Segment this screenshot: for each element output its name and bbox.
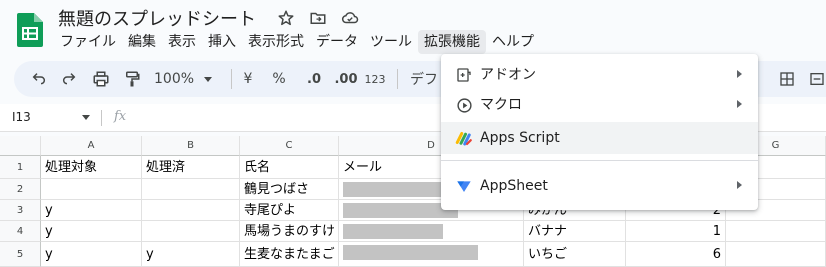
menu-extensions[interactable]: 拡張機能 [418, 30, 486, 54]
cell-g5[interactable] [726, 242, 826, 267]
menu-data[interactable]: データ [310, 30, 364, 54]
cell-a3[interactable]: y [41, 200, 142, 221]
cell-f4[interactable]: 1 [626, 221, 726, 242]
redacted-email [343, 182, 443, 197]
percent-format-button[interactable]: % [269, 61, 289, 97]
appsheet-icon [455, 177, 473, 195]
extensions-menu: アドオン マクロ Apps Script AppSheet [441, 54, 758, 210]
decrease-decimal-button[interactable]: .0 [299, 61, 329, 97]
menu-insert[interactable]: 挿入 [202, 30, 242, 54]
column-header-b[interactable]: B [142, 136, 240, 156]
submenu-arrow-icon [737, 100, 742, 108]
cell-a5[interactable]: y [41, 242, 142, 267]
star-icon[interactable] [274, 6, 298, 30]
google-sheets-logo[interactable] [17, 13, 43, 47]
name-box[interactable]: I13 [12, 110, 31, 124]
row-header-3[interactable]: 3 [0, 200, 41, 221]
zoom-value: 100% [154, 71, 195, 87]
paint-format-icon[interactable] [120, 61, 144, 97]
menu-item-label: AppSheet [480, 178, 548, 194]
menu-item-label: マクロ [480, 97, 522, 113]
row-header-1[interactable]: 1 [0, 156, 41, 179]
menu-item-label: アドオン [480, 67, 536, 83]
cell-e4[interactable]: バナナ [524, 221, 626, 242]
cell-e5[interactable]: いちご [524, 242, 626, 267]
cell-b5[interactable]: y [142, 242, 240, 267]
submenu-arrow-icon [737, 70, 742, 78]
cell-c2[interactable]: 鶴見つばさ [240, 179, 339, 200]
menu-tools[interactable]: ツール [364, 30, 418, 54]
submenu-arrow-icon [737, 181, 742, 189]
row-header-5[interactable]: 5 [0, 242, 41, 267]
currency-format-button[interactable]: ¥ [238, 61, 258, 97]
menu-item-appsheet[interactable]: AppSheet [441, 170, 758, 202]
print-icon[interactable] [89, 61, 113, 97]
cell-a2[interactable] [41, 179, 142, 200]
cell-f5[interactable]: 6 [626, 242, 726, 267]
menu-item-label: Apps Script [480, 130, 560, 146]
cell-b4[interactable] [142, 221, 240, 242]
cell-c4[interactable]: 馬場うまのすけ [240, 221, 339, 242]
cell-b3[interactable] [142, 200, 240, 221]
cloud-status-icon[interactable] [338, 6, 362, 30]
document-title[interactable]: 無題のスプレッドシート [58, 5, 256, 31]
menu-view[interactable]: 表示 [162, 30, 202, 54]
row-header-4[interactable]: 4 [0, 221, 41, 242]
menu-format[interactable]: 表示形式 [242, 30, 310, 54]
cell-c3[interactable]: 寺尾ぴよ [240, 200, 339, 221]
sheets-window: 無題のスプレッドシート ファイル 編集 表示 挿入 表示形式 データ ツール 拡… [0, 0, 826, 267]
cell-c5[interactable]: 生麦なまたまご [240, 242, 339, 267]
undo-icon[interactable] [28, 61, 50, 97]
macro-play-icon [455, 96, 473, 114]
move-folder-icon[interactable] [306, 6, 330, 30]
number-format-button[interactable]: 123 [362, 61, 388, 97]
redacted-email [343, 245, 478, 260]
menu-help[interactable]: ヘルプ [486, 30, 540, 54]
merge-cells-icon[interactable] [808, 61, 826, 97]
chevron-down-icon [204, 76, 213, 82]
menu-bar: ファイル 編集 表示 挿入 表示形式 データ ツール 拡張機能 ヘルプ [54, 30, 540, 54]
menu-file[interactable]: ファイル [54, 30, 122, 54]
name-box-dropdown-icon[interactable] [82, 115, 90, 120]
increase-decimal-button[interactable]: .00 [331, 61, 361, 97]
select-all-corner[interactable] [0, 136, 41, 156]
menu-item-addons[interactable]: アドオン [441, 59, 758, 91]
column-header-a[interactable]: A [41, 136, 142, 156]
redo-icon[interactable] [58, 61, 80, 97]
row-header-2[interactable]: 2 [0, 179, 41, 200]
zoom-select[interactable]: 100% [154, 61, 213, 97]
borders-icon[interactable] [776, 61, 798, 97]
cell-b2[interactable] [142, 179, 240, 200]
addon-icon [455, 66, 473, 84]
fx-icon: fx [114, 109, 127, 124]
menu-item-apps-script[interactable]: Apps Script [441, 122, 758, 154]
cell-a1[interactable]: 処理対象 [41, 156, 142, 179]
menu-divider [441, 160, 758, 161]
cell-a4[interactable]: y [41, 221, 142, 242]
cell-c1[interactable]: 氏名 [240, 156, 339, 179]
apps-script-icon [455, 129, 473, 147]
menu-item-macros[interactable]: マクロ [441, 89, 758, 121]
column-header-c[interactable]: C [240, 136, 339, 156]
cell-b1[interactable]: 処理済 [142, 156, 240, 179]
redacted-email [343, 224, 443, 239]
cell-g4[interactable] [726, 221, 826, 242]
menu-edit[interactable]: 編集 [122, 30, 162, 54]
